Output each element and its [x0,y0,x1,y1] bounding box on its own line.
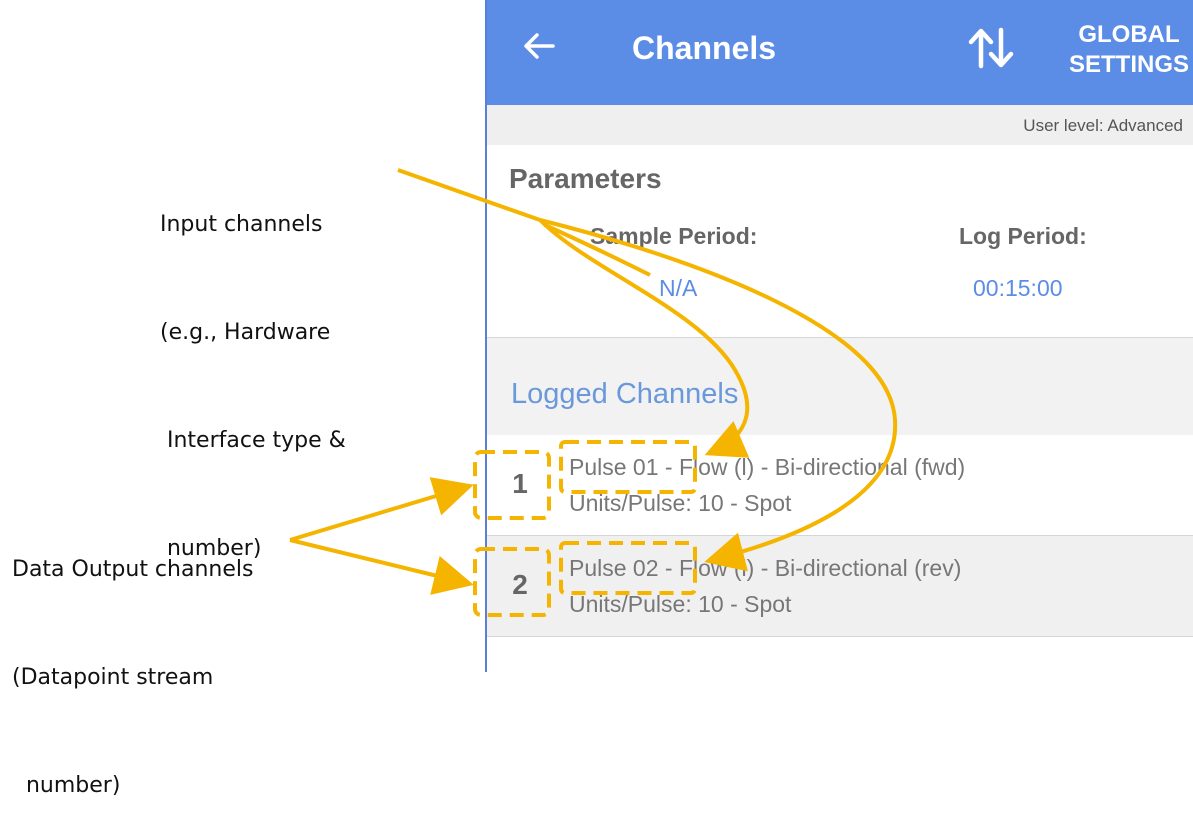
parameters-title: Parameters [509,163,662,194]
channels-screen: Channels GLOBAL SETTINGS User level: Adv… [485,0,1193,672]
note-line: number) [12,773,121,798]
note-line: (Datapoint stream [12,665,214,690]
log-period-value: 00:15:00 [973,275,1063,301]
logged-channels-header: Logged Channels [487,338,1193,436]
sort-up-down-icon[interactable] [965,22,1017,74]
channel-name: Pulse 02 - Flow (l) - Bi-directional (re… [569,555,962,581]
sample-period-value: N/A [659,275,698,301]
data-output-channels-note: Data Output channels (Datapoint stream n… [12,480,253,840]
log-period-label: Log Period: [959,223,1087,249]
note-line: (e.g., Hardware [160,320,331,345]
note-line: Interface type & [160,428,346,453]
channel-detail: Units/Pulse: 10 - Spot [569,490,792,516]
channel-number: 1 [512,468,528,499]
user-level-text: User level: Advanced [1023,116,1183,135]
logged-channels-title: Logged Channels [511,378,739,410]
channel-row[interactable]: 1 Pulse 01 - Flow (l) - Bi-directional (… [487,435,1193,536]
sample-period-label: Sample Period: [590,223,758,249]
global-settings-label-line1: GLOBAL [1078,21,1180,48]
global-settings-label-line2: SETTINGS [1068,51,1189,78]
parameters-section: Parameters Sample Period: N/A Log Period… [487,145,1193,338]
channel-detail: Units/Pulse: 10 - Spot [569,591,792,617]
note-line: Data Output channels [12,557,254,582]
channel-row[interactable]: 2 Pulse 02 - Flow (l) - Bi-directional (… [487,536,1193,637]
global-settings-button[interactable]: GLOBAL SETTINGS [1065,20,1193,80]
app-bar: Channels GLOBAL SETTINGS [487,0,1193,105]
page-title: Channels [632,30,777,66]
note-line: Input channels [160,212,323,237]
channel-name: Pulse 01 - Flow (l) - Bi-directional (fw… [569,454,966,480]
arrow-left-icon[interactable] [519,26,559,66]
user-level-bar: User level: Advanced [487,105,1193,145]
channel-number: 2 [512,569,528,600]
